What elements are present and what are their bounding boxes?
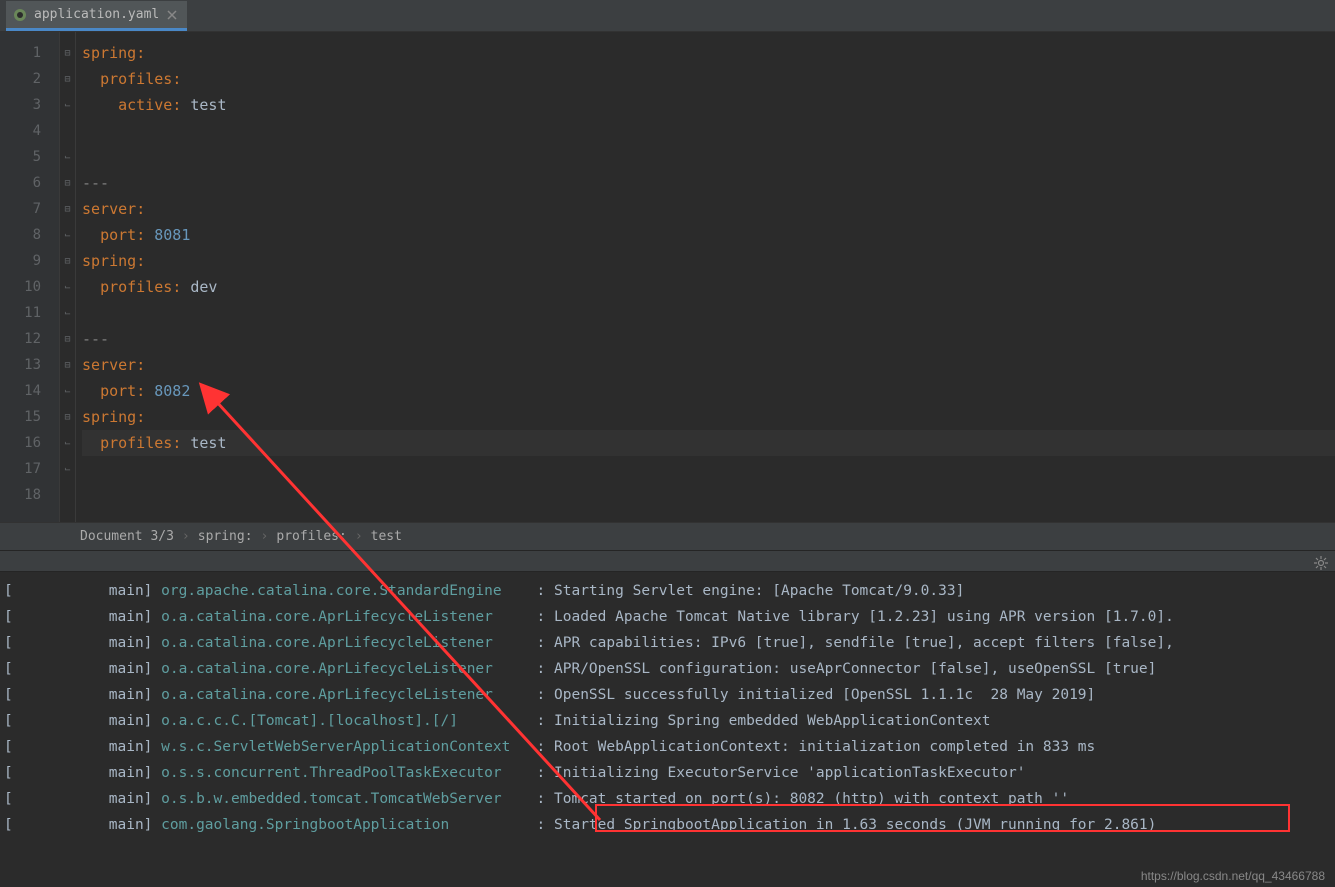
fold-icon[interactable]: ⊟ (60, 326, 75, 352)
chevron-right-icon: › (355, 529, 363, 544)
console-line: [ main] o.a.catalina.core.AprLifecycleLi… (4, 630, 1335, 656)
fold-icon: ⌙ (60, 430, 75, 456)
fold-icon[interactable]: ⊟ (60, 404, 75, 430)
fold-icon: ⌙ (60, 300, 75, 326)
yaml-file-icon (12, 7, 28, 23)
fold-icon[interactable]: ⊟ (60, 248, 75, 274)
chevron-right-icon: › (261, 529, 269, 544)
console-line: [ main] o.s.s.concurrent.ThreadPoolTaskE… (4, 760, 1335, 786)
fold-icon[interactable]: ⌙ (60, 92, 75, 118)
fold-icon: ⌙ (60, 274, 75, 300)
line-number: 5 (0, 144, 59, 170)
breadcrumb-item[interactable]: test (371, 529, 402, 544)
gear-icon[interactable] (1313, 555, 1329, 571)
console-line: [ main] w.s.c.ServletWebServerApplicatio… (4, 734, 1335, 760)
fold-column: ⊟ ⊟ ⌙ ⌙ ⊟ ⊟ ⌙ ⊟ ⌙ ⌙ ⊟ ⊟ ⌙ ⊟ ⌙ ⌙ (60, 32, 76, 522)
line-number: 8 (0, 222, 59, 248)
panel-toolbar (0, 550, 1335, 572)
fold-icon: ⌙ (60, 456, 75, 482)
line-number: 6 (0, 170, 59, 196)
line-number: 7 (0, 196, 59, 222)
fold-icon[interactable]: ⊟ (60, 40, 75, 66)
line-number: 14 (0, 378, 59, 404)
line-number: 10 (0, 274, 59, 300)
line-number: 1 (0, 40, 59, 66)
fold-icon: ⌙ (60, 144, 75, 170)
console-line: [ main] o.a.c.c.C.[Tomcat].[localhost].[… (4, 708, 1335, 734)
line-number: 18 (0, 482, 59, 508)
breadcrumb-item[interactable]: profiles: (276, 529, 346, 544)
console-line: [ main] com.gaolang.SpringbootApplicatio… (4, 812, 1335, 838)
console-line: [ main] o.a.catalina.core.AprLifecycleLi… (4, 604, 1335, 630)
tab-filename: application.yaml (34, 7, 159, 22)
line-number: 11 (0, 300, 59, 326)
line-number: 12 (0, 326, 59, 352)
fold-icon[interactable]: ⊟ (60, 66, 75, 92)
close-icon[interactable] (165, 8, 179, 22)
fold-icon: ⌙ (60, 222, 75, 248)
console-line: [ main] o.a.catalina.core.AprLifecycleLi… (4, 656, 1335, 682)
chevron-right-icon: › (182, 529, 190, 544)
line-number: 13 (0, 352, 59, 378)
line-number: 16 (0, 430, 59, 456)
line-number: 3 (0, 92, 59, 118)
file-tab[interactable]: application.yaml (6, 1, 187, 31)
line-number: 2 (0, 66, 59, 92)
editor-tab-bar: application.yaml (0, 0, 1335, 32)
console-line: [ main] o.s.b.w.embedded.tomcat.TomcatWe… (4, 786, 1335, 812)
console-line: [ main] o.a.catalina.core.AprLifecycleLi… (4, 682, 1335, 708)
line-gutter: 1 2 3 4 5 6 7 8 9 10 11 12 13 14 15 16 1… (0, 32, 60, 522)
breadcrumb-doc[interactable]: Document 3/3 (80, 529, 174, 544)
line-number: 9 (0, 248, 59, 274)
line-number: 17 (0, 456, 59, 482)
breadcrumb-item[interactable]: spring: (198, 529, 253, 544)
console-output[interactable]: [ main] org.apache.catalina.core.Standar… (0, 572, 1335, 852)
fold-icon: ⌙ (60, 378, 75, 404)
watermark-text: https://blog.csdn.net/qq_43466788 (1141, 869, 1325, 883)
line-number: 4 (0, 118, 59, 144)
line-number: 15 (0, 404, 59, 430)
code-content[interactable]: spring: profiles: active: test --- serve… (76, 32, 1335, 522)
console-line: [ main] org.apache.catalina.core.Standar… (4, 578, 1335, 604)
fold-icon[interactable]: ⊟ (60, 352, 75, 378)
editor-area[interactable]: 1 2 3 4 5 6 7 8 9 10 11 12 13 14 15 16 1… (0, 32, 1335, 522)
fold-icon[interactable]: ⊟ (60, 170, 75, 196)
breadcrumb: Document 3/3 › spring: › profiles: › tes… (0, 522, 1335, 550)
fold-icon[interactable]: ⊟ (60, 196, 75, 222)
